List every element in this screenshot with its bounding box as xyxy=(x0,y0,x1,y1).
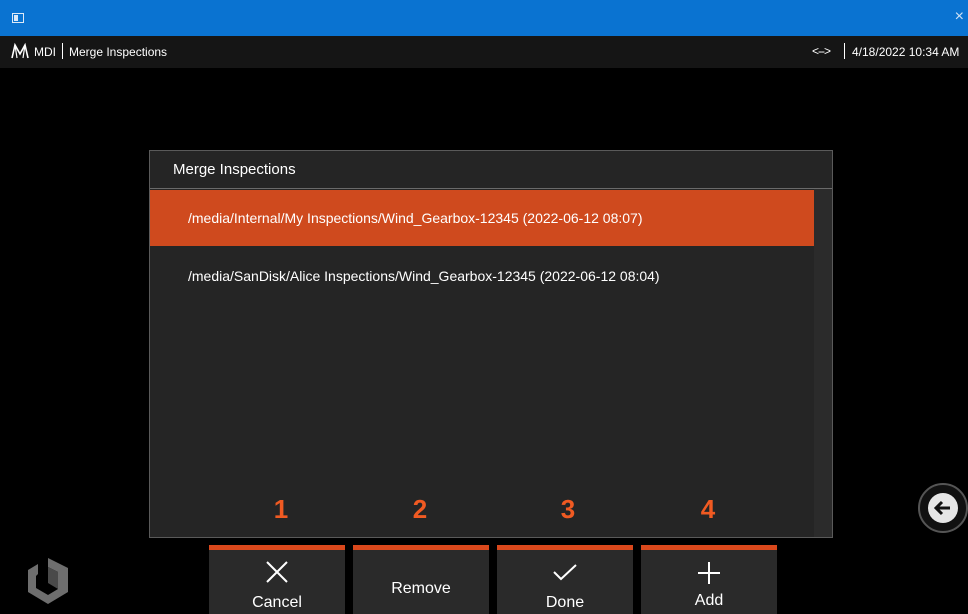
cancel-button[interactable]: Cancel xyxy=(209,545,345,614)
back-arrow-icon[interactable] xyxy=(914,481,968,535)
callout-number: 3 xyxy=(560,494,576,524)
dialog-title: Merge Inspections xyxy=(150,151,832,189)
plus-icon xyxy=(698,562,720,584)
mdi-logo-icon xyxy=(11,42,29,59)
check-icon xyxy=(553,564,577,581)
list-item-label: /media/Internal/My Inspections/Wind_Gear… xyxy=(188,210,643,226)
app-bar: MDI Merge Inspections <--> 4/18/2022 10:… xyxy=(0,36,968,68)
window-icon xyxy=(12,13,24,23)
breadcrumb: Merge Inspections xyxy=(69,45,168,59)
remove-label: Remove xyxy=(391,580,451,597)
callout-number: 4 xyxy=(700,494,716,524)
brand-logo-icon xyxy=(28,558,68,604)
divider xyxy=(62,43,63,59)
list-item[interactable]: /media/Internal/My Inspections/Wind_Gear… xyxy=(150,190,816,246)
callout-number: 2 xyxy=(412,494,428,524)
datetime-label: 4/18/2022 10:34 AM xyxy=(852,45,960,59)
done-label: Done xyxy=(545,594,585,611)
merge-inspections-dialog: Merge Inspections /media/Internal/My Ins… xyxy=(149,150,833,538)
list-item-label: /media/SanDisk/Alice Inspections/Wind_Ge… xyxy=(188,268,660,284)
app-brand: MDI xyxy=(34,45,56,59)
callout-numbers: 1 2 3 4 xyxy=(150,494,834,530)
add-label: Add xyxy=(694,592,724,609)
add-button[interactable]: Add xyxy=(641,545,777,614)
list-item[interactable]: /media/SanDisk/Alice Inspections/Wind_Ge… xyxy=(150,248,816,304)
close-icon xyxy=(266,561,288,583)
cancel-label: Cancel xyxy=(252,594,302,611)
remove-button[interactable]: Remove xyxy=(353,545,489,614)
window-close-button[interactable]: × xyxy=(955,9,964,25)
connection-icon: <--> xyxy=(812,44,831,58)
callout-number: 1 xyxy=(273,494,289,524)
window-titlebar: × xyxy=(0,0,968,36)
done-button[interactable]: Done xyxy=(497,545,633,614)
divider xyxy=(844,43,845,59)
scrollbar[interactable] xyxy=(814,189,832,537)
